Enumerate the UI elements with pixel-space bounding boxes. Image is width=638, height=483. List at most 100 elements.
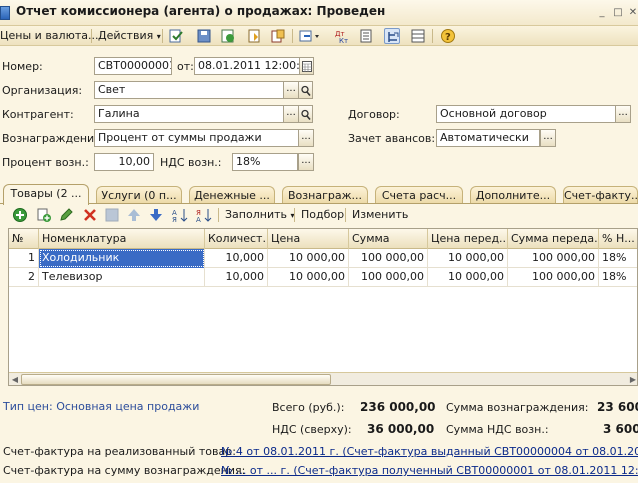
post-icon[interactable] [220,28,236,44]
main-toolbar: Цены и валюта... Действия ▾ Дт Кт ? [0,26,638,46]
invoice-goods-label: Счет-фактура на реализованный товар: [3,445,236,458]
cell-quantity[interactable]: 10,000 [205,268,268,287]
column-header[interactable]: Сумма переда... [508,229,599,249]
sort-ascending-icon[interactable]: АЯ [172,207,188,224]
organization-select-button[interactable]: ... [283,81,299,99]
cell-transfer-price[interactable]: 10 000,00 [428,249,508,268]
minimize-icon[interactable]: _ [596,7,608,19]
tab-settlement-accounts[interactable]: Счета расч... [375,186,463,204]
invoice-reward-label: Счет-фактура на сумму вознаграждения: [3,464,246,477]
reward-vat-rate-field[interactable]: 18% [232,153,298,171]
column-header[interactable]: Номенклатура [39,229,205,249]
move-up-icon[interactable] [126,207,142,223]
column-header[interactable]: % Н... [599,229,637,249]
cell-quantity[interactable]: 10,000 [205,249,268,268]
price-type-link[interactable]: Тип цен: Основная цена продажи [3,400,199,413]
actions-menu-button[interactable]: Действия ▾ [98,29,161,42]
svg-text:Кт: Кт [339,37,348,44]
document-structure-icon[interactable] [270,28,286,44]
help-icon[interactable]: ? [440,28,456,44]
reward-method-field[interactable]: Процент от суммы продажи [94,129,299,147]
prices-currency-button[interactable]: Цены и валюта... [0,29,98,42]
cell-transfer-sum[interactable]: 100 000,00 [508,268,599,287]
tab-additional[interactable]: Дополните... [470,186,556,204]
svg-text:А: А [196,216,201,223]
select-button[interactable]: Подбор [301,208,344,221]
move-down-icon[interactable] [148,207,164,223]
cell-transfer-price[interactable]: 10 000,00 [428,268,508,287]
save-icon[interactable] [196,28,212,44]
date-field[interactable]: 08.01.2011 12:00:02 [194,57,300,75]
create-based-on-icon[interactable] [246,28,262,44]
column-header[interactable]: Сумма [349,229,428,249]
cell-price[interactable]: 10 000,00 [268,249,349,268]
column-header[interactable]: Цена [268,229,349,249]
invoice-reward-link[interactable]: № ... от ... г. (Счет-фактура полученный… [221,464,638,477]
scrollbar-thumb[interactable] [21,374,331,385]
goods-table[interactable]: № Номенклатура Количест... Цена Сумма Це… [8,228,638,386]
column-header[interactable]: Цена перед... [428,229,508,249]
counterparty-field[interactable]: Галина [94,105,284,123]
cell-item[interactable]: Телевизор [39,268,205,287]
actions-label: Действия [98,29,154,42]
reward-method-select-button[interactable]: ... [298,129,314,147]
reward-vat-select-button[interactable]: ... [298,153,314,171]
toolbar-separator [292,29,293,43]
table-row[interactable]: 2 Телевизор 10,000 10 000,00 100 000,00 … [9,268,637,287]
close-icon[interactable]: ✕ [627,7,638,19]
organization-open-button[interactable] [298,81,313,99]
contract-select-button[interactable]: ... [615,105,631,123]
tab-invoice[interactable]: Счет-факту... [563,186,638,204]
scroll-left-icon[interactable]: ◀ [10,374,20,385]
edit-row-icon[interactable] [58,207,74,223]
tab-goods[interactable]: Товары (2 ... [3,184,89,205]
fill-menu-button[interactable]: Заполнить ▾ [225,208,295,221]
column-header[interactable]: № [9,229,39,249]
list-settings-icon[interactable] [410,28,426,44]
number-field[interactable]: СВТ00000001 [94,57,172,75]
cell-vat-rate[interactable]: 18% [599,268,637,287]
copy-row-icon[interactable] [36,207,52,223]
column-header[interactable]: Количест... [205,229,268,249]
vat-top-label: НДС (сверху): [272,423,352,436]
reward-percent-label: Процент возн.: [2,156,89,169]
cell-price[interactable]: 10 000,00 [268,268,349,287]
report-icon[interactable] [358,28,374,44]
cell-item[interactable]: Холодильник [39,249,205,268]
add-row-icon[interactable] [12,207,28,223]
counterparty-select-button[interactable]: ... [283,105,299,123]
reward-sum-value: 23 600, [597,400,638,414]
counterparty-open-button[interactable] [298,105,313,123]
reward-sum-label: Сумма вознаграждения: [446,401,589,414]
cell-transfer-sum[interactable]: 100 000,00 [508,249,599,268]
table-header: № Номенклатура Количест... Цена Сумма Це… [9,229,637,249]
organization-field[interactable]: Свет [94,81,284,99]
maximize-icon[interactable]: □ [612,7,624,19]
advance-offset-select-button[interactable]: ... [540,129,556,147]
contract-field[interactable]: Основной договор [436,105,616,123]
change-button[interactable]: Изменить [352,208,408,221]
tab-reward[interactable]: Вознаграж... [282,186,368,204]
structure-subordination-icon[interactable] [384,28,400,44]
toolbar-separator [294,208,295,222]
go-to-menu-icon[interactable] [298,28,322,44]
calendar-button[interactable] [299,57,314,75]
title-bar: Отчет комиссионера (агента) о продажах: … [0,0,638,26]
cell-vat-rate[interactable]: 18% [599,249,637,268]
toolbar-separator [218,208,219,222]
table-row[interactable]: 1 Холодильник 10,000 10 000,00 100 000,0… [9,249,637,268]
post-and-close-icon[interactable] [168,28,184,44]
tab-services[interactable]: Услуги (0 п... [96,186,182,204]
sort-descending-icon[interactable]: ЯА [196,207,212,224]
scroll-right-icon[interactable]: ▶ [628,374,637,385]
advance-offset-field[interactable]: Автоматически [436,129,540,147]
end-edit-icon[interactable] [104,207,120,223]
invoice-goods-link[interactable]: № 4 от 08.01.2011 г. (Счет-фактура выдан… [221,445,638,458]
cell-sum[interactable]: 100 000,00 [349,268,428,287]
delete-row-icon[interactable] [82,207,98,223]
reward-percent-field[interactable]: 10,00 [94,153,154,171]
accounting-entries-icon[interactable]: Дт Кт [334,28,350,45]
tab-cash[interactable]: Денежные ... [189,186,275,204]
horizontal-scrollbar[interactable]: ◀ ▶ [9,372,637,385]
cell-sum[interactable]: 100 000,00 [349,249,428,268]
